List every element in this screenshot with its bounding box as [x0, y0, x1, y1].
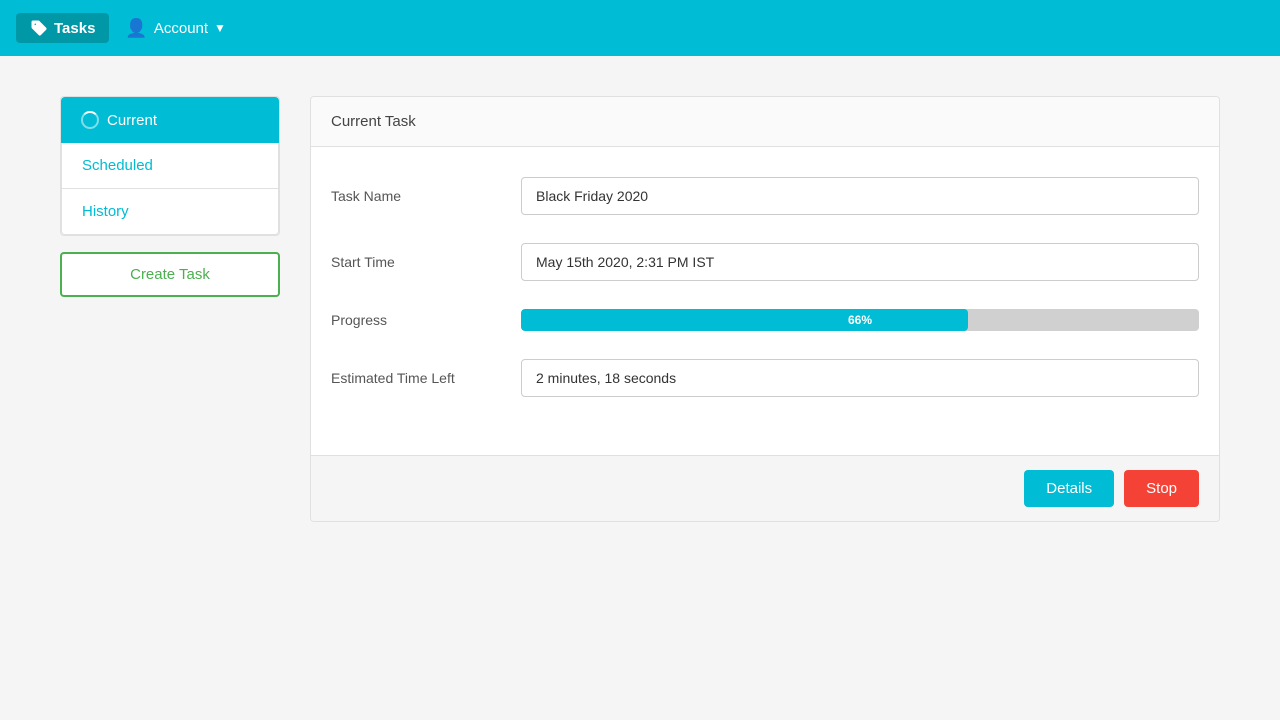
create-task-button[interactable]: Create Task [60, 252, 280, 297]
person-icon: 👤 [125, 18, 147, 39]
account-nav-label: Account [154, 20, 208, 37]
details-button[interactable]: Details [1024, 470, 1114, 507]
progress-bar-fill [521, 309, 968, 331]
sidebar-item-history[interactable]: History [61, 189, 279, 235]
start-time-label: Start Time [331, 254, 521, 270]
card-footer: Details Stop [311, 455, 1219, 521]
spinner-icon [81, 111, 99, 129]
start-time-value: May 15th 2020, 2:31 PM IST [521, 243, 1199, 281]
card-header: Current Task [311, 97, 1219, 147]
navbar: Tasks 👤 Account ▼ [0, 0, 1280, 56]
progress-label: Progress [331, 312, 521, 328]
progress-row: Progress 66% [331, 309, 1199, 331]
tasks-nav-button[interactable]: Tasks [16, 13, 109, 43]
card-body: Task Name Black Friday 2020 Start Time M… [311, 147, 1219, 455]
account-nav-button[interactable]: 👤 Account ▼ [125, 18, 226, 39]
card-header-title: Current Task [331, 113, 416, 130]
estimated-time-value: 2 minutes, 18 seconds [521, 359, 1199, 397]
current-task-card: Current Task Task Name Black Friday 2020… [310, 96, 1220, 522]
task-name-row: Task Name Black Friday 2020 [331, 177, 1199, 215]
progress-container: 66% [521, 309, 1199, 331]
sidebar-scheduled-label: Scheduled [82, 157, 153, 174]
tasks-nav-label: Tasks [54, 20, 95, 37]
sidebar-current-label: Current [107, 112, 157, 129]
start-time-row: Start Time May 15th 2020, 2:31 PM IST [331, 243, 1199, 281]
task-name-value: Black Friday 2020 [521, 177, 1199, 215]
sidebar-item-current[interactable]: Current [61, 97, 279, 143]
chevron-down-icon: ▼ [214, 21, 226, 35]
sidebar-history-label: History [82, 203, 129, 220]
estimated-time-label: Estimated Time Left [331, 370, 521, 386]
task-name-label: Task Name [331, 188, 521, 204]
stop-button[interactable]: Stop [1124, 470, 1199, 507]
tag-icon [30, 19, 48, 37]
sidebar: Current Scheduled History Create Task [60, 96, 280, 522]
estimated-time-row: Estimated Time Left 2 minutes, 18 second… [331, 359, 1199, 397]
progress-bar-bg: 66% [521, 309, 1199, 331]
sidebar-item-scheduled[interactable]: Scheduled [61, 143, 279, 189]
sidebar-nav: Current Scheduled History [60, 96, 280, 236]
main-layout: Current Scheduled History Create Task Cu… [0, 56, 1280, 562]
